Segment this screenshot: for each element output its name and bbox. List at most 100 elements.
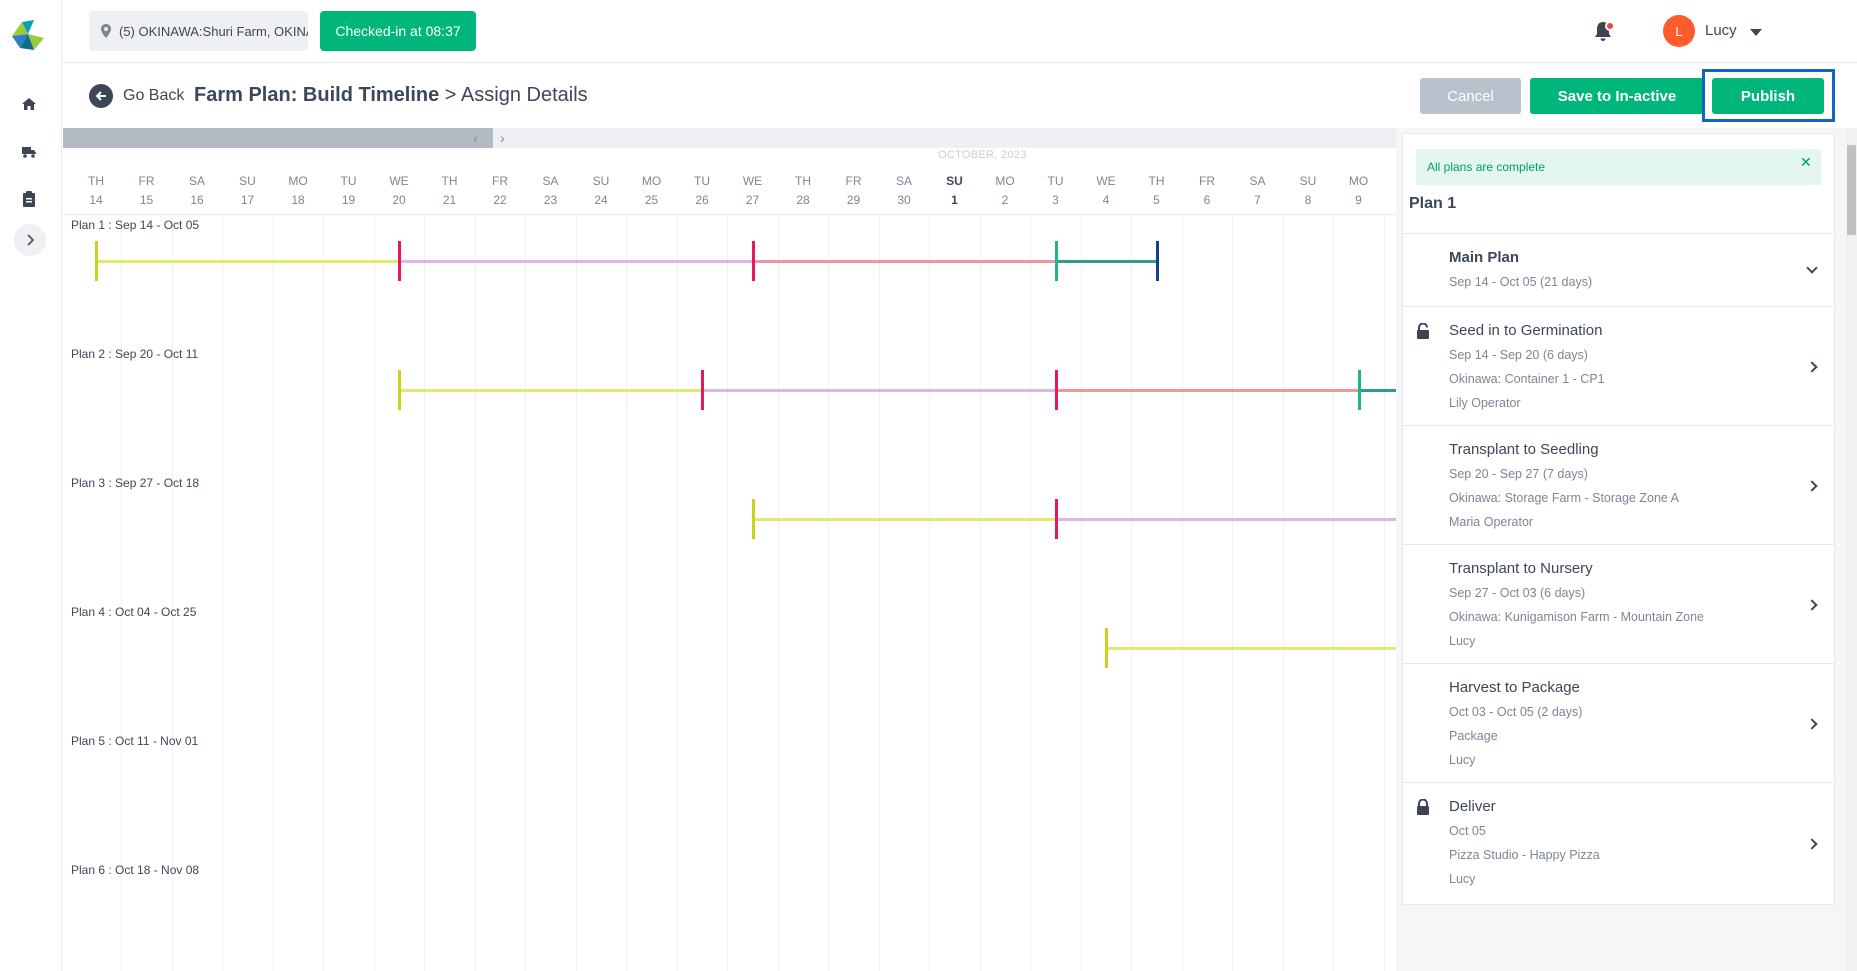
step-detail: Oct 03 - Oct 05 (2 days) <box>1449 705 1583 719</box>
milestone-marker[interactable] <box>701 370 704 410</box>
cancel-button[interactable]: Cancel <box>1420 78 1521 114</box>
chevron-right-icon[interactable] <box>1806 837 1818 850</box>
user-menu-caret-icon[interactable] <box>1750 29 1762 36</box>
day-header: FR 22 <box>475 172 525 210</box>
step-detail: Package <box>1449 729 1498 743</box>
milestone-marker[interactable] <box>1105 628 1108 668</box>
chevron-down-icon[interactable] <box>1806 261 1818 274</box>
stage-bar[interactable] <box>399 260 753 263</box>
day-of-week: FR <box>1199 174 1215 188</box>
close-icon[interactable]: ✕ <box>1800 154 1812 171</box>
milestone-marker[interactable] <box>95 241 98 281</box>
step-detail: Lily Operator <box>1449 396 1521 410</box>
plan-step[interactable]: Main Plan Sep 14 - Oct 05 (21 days) <box>1403 233 1834 306</box>
step-title: Seed in to Germination <box>1449 322 1603 339</box>
go-back-button[interactable]: Go Back <box>89 84 184 108</box>
grid-line <box>828 216 829 971</box>
timeline-scrollbar[interactable]: ‹ › <box>63 128 1396 148</box>
day-header: TU 19 <box>324 172 374 210</box>
day-number: 2 <box>1001 193 1009 207</box>
scroll-right-icon[interactable]: › <box>500 130 505 146</box>
stage-bar[interactable] <box>1358 389 1396 392</box>
day-number: 5 <box>1153 193 1160 207</box>
clipboard-icon[interactable] <box>19 189 39 209</box>
plan-step[interactable]: Seed in to Germination Sep 14 - Sep 20 (6… <box>1403 306 1834 425</box>
publish-button[interactable]: Publish <box>1712 78 1824 114</box>
grid-line <box>1181 216 1183 971</box>
stage-bar[interactable] <box>1055 389 1359 392</box>
checkin-button[interactable]: Checked-in at 08:37 <box>320 11 476 51</box>
milestone-marker[interactable] <box>1054 370 1058 410</box>
day-number: 18 <box>291 193 305 207</box>
day-header: WE 20 <box>374 172 424 210</box>
grid-line <box>222 216 223 971</box>
truck-icon[interactable] <box>19 142 39 162</box>
stage-bar[interactable] <box>1106 647 1396 650</box>
go-back-label: Go Back <box>123 87 185 104</box>
milestone-marker[interactable] <box>751 241 755 281</box>
day-of-week: TU <box>1047 174 1064 188</box>
chevron-right-icon[interactable] <box>1806 598 1818 611</box>
day-of-week: TH <box>1148 174 1165 188</box>
step-detail: Oct 05 <box>1449 824 1486 838</box>
user-name[interactable]: Lucy <box>1705 22 1737 39</box>
save-inactive-button[interactable]: Save to In-active <box>1530 78 1704 114</box>
day-header: WE 4 <box>1081 172 1131 210</box>
header-divider <box>63 214 1396 215</box>
panel-scroll-thumb[interactable] <box>1847 145 1856 235</box>
stage-bar[interactable] <box>752 260 1056 263</box>
day-number: 27 <box>745 193 760 207</box>
timeline-chart: ‹ › OCTOBER, 2023 TH 14 FR 15 SA 16 SU 17 MO 18 TU… <box>63 128 1396 971</box>
day-header: MO 9 <box>1334 172 1384 210</box>
stage-bar[interactable] <box>96 260 399 263</box>
panel-scrollbar[interactable] <box>1846 128 1857 971</box>
grid-line <box>727 216 728 971</box>
day-of-week: WE <box>742 174 763 188</box>
milestone-marker[interactable] <box>1357 370 1361 410</box>
day-number: 22 <box>493 193 507 207</box>
step-detail: Okinawa: Kunigamison Farm - Mountain Zon… <box>1449 610 1704 624</box>
expand-sidebar-button[interactable] <box>14 224 46 256</box>
home-icon[interactable] <box>19 94 39 114</box>
plan-step[interactable]: Transplant to Nursery Sep 27 - Oct 03 (6 … <box>1403 544 1834 663</box>
step-detail: Lucy <box>1449 872 1476 886</box>
location-text: (5) OKINAWA:Shuri Farm, OKINAWA <box>119 23 308 39</box>
plan-step[interactable]: Deliver Oct 05 Pizza Studio - Happy Pizza L… <box>1403 782 1834 903</box>
lock-open-icon <box>1417 323 1429 339</box>
day-number: 30 <box>897 193 911 207</box>
plan-step[interactable]: Harvest to Package Oct 03 - Oct 05 (2 day… <box>1403 663 1834 782</box>
day-of-week: MO <box>288 174 308 188</box>
day-number: 26 <box>695 193 709 207</box>
stage-bar[interactable] <box>1055 260 1157 263</box>
milestone-marker[interactable] <box>1054 241 1058 281</box>
stage-bar[interactable] <box>752 518 1056 521</box>
step-detail: Sep 14 - Oct 05 (21 days) <box>1449 275 1593 289</box>
day-number: 16 <box>190 193 204 207</box>
arrow-left-icon <box>89 84 113 108</box>
chevron-right-icon[interactable] <box>1806 717 1818 730</box>
chevron-right-icon[interactable] <box>1806 479 1818 492</box>
stage-bar[interactable] <box>702 389 1056 392</box>
day-header: TU 26 <box>677 172 727 210</box>
avatar[interactable]: L <box>1663 15 1695 47</box>
location-selector[interactable]: (5) OKINAWA:Shuri Farm, OKINAWA <box>89 11 308 51</box>
milestone-marker[interactable] <box>398 370 401 410</box>
milestone-marker[interactable] <box>1155 241 1159 281</box>
day-header: MO 25 <box>627 172 677 210</box>
scroll-left-icon[interactable]: ‹ <box>473 130 478 146</box>
stage-bar[interactable] <box>1055 518 1396 521</box>
milestone-marker[interactable] <box>398 241 401 281</box>
grid-line <box>1030 216 1031 971</box>
milestone-marker[interactable] <box>1054 499 1058 539</box>
stage-bar[interactable] <box>399 389 702 392</box>
left-sidebar <box>0 0 62 971</box>
plan-step[interactable]: Transplant to Seedling Sep 20 - Sep 27 (7… <box>1403 425 1834 544</box>
day-header: SU 24 <box>576 172 626 210</box>
timeline-scroll-thumb[interactable] <box>63 128 493 148</box>
day-of-week: SU <box>239 174 256 188</box>
milestone-marker[interactable] <box>751 499 755 539</box>
chevron-right-icon[interactable] <box>1806 360 1818 373</box>
app-logo[interactable] <box>8 16 48 56</box>
success-alert: All plans are complete <box>1416 149 1821 185</box>
day-of-week: MO <box>641 174 662 188</box>
